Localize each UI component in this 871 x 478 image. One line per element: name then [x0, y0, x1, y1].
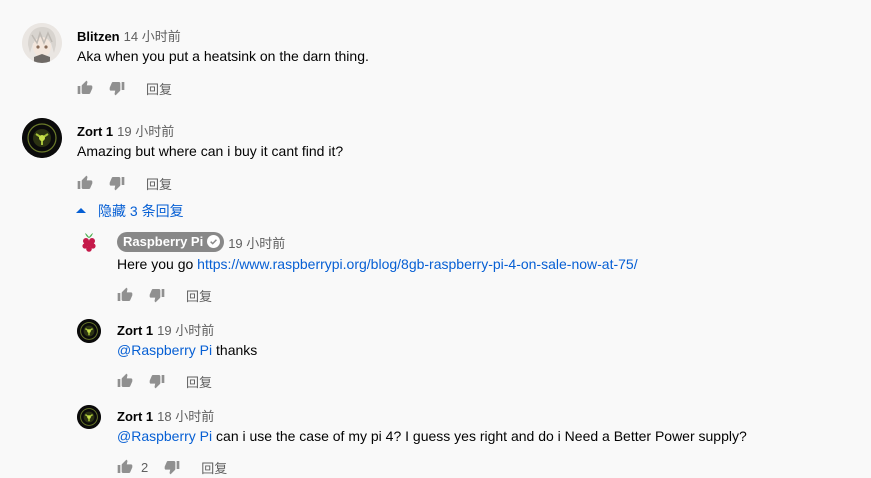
- zort-logo-icon: [77, 319, 101, 343]
- like-count: 2: [141, 459, 149, 475]
- avatar[interactable]: [22, 118, 62, 158]
- zort-logo-icon: [22, 118, 62, 158]
- author-name[interactable]: Blitzen: [77, 29, 120, 44]
- like-button[interactable]: [117, 287, 133, 303]
- reply-button[interactable]: 回复: [186, 372, 212, 391]
- thumbs-down-icon: [109, 177, 125, 191]
- like-button[interactable]: [77, 175, 93, 191]
- comment-text: Here you go https://www.raspberrypi.org/…: [117, 256, 638, 272]
- dislike-button[interactable]: [109, 175, 125, 191]
- anime-avatar-icon: [22, 23, 62, 63]
- verified-check-icon: [207, 235, 221, 248]
- comment-timestamp[interactable]: 14 小时前: [124, 29, 181, 44]
- comment-actions: 2 回复: [117, 457, 227, 477]
- comment-timestamp[interactable]: 19 小时前: [228, 236, 285, 251]
- avatar[interactable]: [22, 23, 62, 63]
- comment-actions: 回复: [117, 285, 212, 305]
- comment-actions: 回复: [117, 371, 212, 391]
- comment-text: @Raspberry Pi can i use the case of my p…: [117, 428, 747, 444]
- comment-author[interactable]: Raspberry Pi 19 小时前: [117, 231, 285, 252]
- comment-body: thanks: [212, 342, 258, 358]
- comment-author[interactable]: Blitzen 14 小时前: [77, 26, 181, 45]
- thumbs-down-icon: [149, 375, 165, 389]
- comment-text: Amazing but where can i buy it cant find…: [77, 143, 344, 159]
- comment-text-prefix: Here you go: [117, 256, 198, 272]
- reply-button[interactable]: 回复: [146, 79, 172, 98]
- mention-link[interactable]: @Raspberry Pi: [117, 342, 212, 358]
- dislike-button[interactable]: [109, 80, 125, 96]
- owner-badge[interactable]: Raspberry Pi: [117, 231, 225, 252]
- author-name[interactable]: Zort 1: [77, 124, 113, 139]
- zort-logo-icon: [77, 405, 101, 429]
- like-button[interactable]: [77, 80, 93, 96]
- thumbs-up-icon: [77, 175, 93, 189]
- thumbs-up-icon: [117, 459, 133, 473]
- mention-link[interactable]: @Raspberry Pi: [117, 428, 212, 444]
- raspberry-logo-icon: [82, 233, 96, 252]
- author-name: Raspberry Pi: [123, 234, 204, 249]
- comment-timestamp[interactable]: 19 小时前: [157, 323, 214, 338]
- avatar[interactable]: [77, 230, 101, 254]
- author-name[interactable]: Zort 1: [117, 409, 153, 424]
- thumbs-down-icon: [149, 289, 165, 303]
- comment-timestamp[interactable]: 18 小时前: [157, 409, 214, 424]
- thumbs-up-icon: [117, 373, 133, 387]
- thumbs-down-icon: [109, 82, 125, 96]
- comment-link[interactable]: https://www.raspberrypi.org/blog/8gb-ras…: [197, 256, 637, 272]
- comment-text: @Raspberry Pi thanks: [117, 342, 257, 358]
- reply-button[interactable]: 回复: [201, 458, 227, 477]
- comment-text: Aka when you put a heatsink on the darn …: [77, 48, 369, 64]
- hide-replies-label: 隐藏 3 条回复: [98, 203, 184, 219]
- author-name[interactable]: Zort 1: [117, 323, 153, 338]
- comment-author[interactable]: Zort 1 18 小时前: [117, 406, 214, 425]
- dislike-button[interactable]: [149, 373, 165, 389]
- thumbs-down-icon: [164, 461, 180, 475]
- comment-timestamp[interactable]: 19 小时前: [117, 124, 174, 139]
- caret-up-icon: [76, 208, 86, 213]
- dislike-button[interactable]: [164, 459, 180, 475]
- hide-replies-button[interactable]: 隐藏 3 条回复: [76, 201, 184, 221]
- comment-body: can i use the case of my pi 4? I guess y…: [212, 428, 747, 444]
- like-button[interactable]: [117, 459, 133, 475]
- avatar[interactable]: [77, 405, 101, 429]
- thumbs-up-icon: [77, 80, 93, 94]
- dislike-button[interactable]: [149, 287, 165, 303]
- comment-author[interactable]: Zort 1 19 小时前: [117, 320, 214, 339]
- comment-actions: 回复: [77, 78, 172, 98]
- comment-actions: 回复: [77, 173, 172, 193]
- comment-author[interactable]: Zort 1 19 小时前: [77, 121, 174, 140]
- reply-button[interactable]: 回复: [186, 286, 212, 305]
- avatar[interactable]: [77, 319, 101, 343]
- reply-button[interactable]: 回复: [146, 174, 172, 193]
- thumbs-up-icon: [117, 287, 133, 301]
- like-button[interactable]: [117, 373, 133, 389]
